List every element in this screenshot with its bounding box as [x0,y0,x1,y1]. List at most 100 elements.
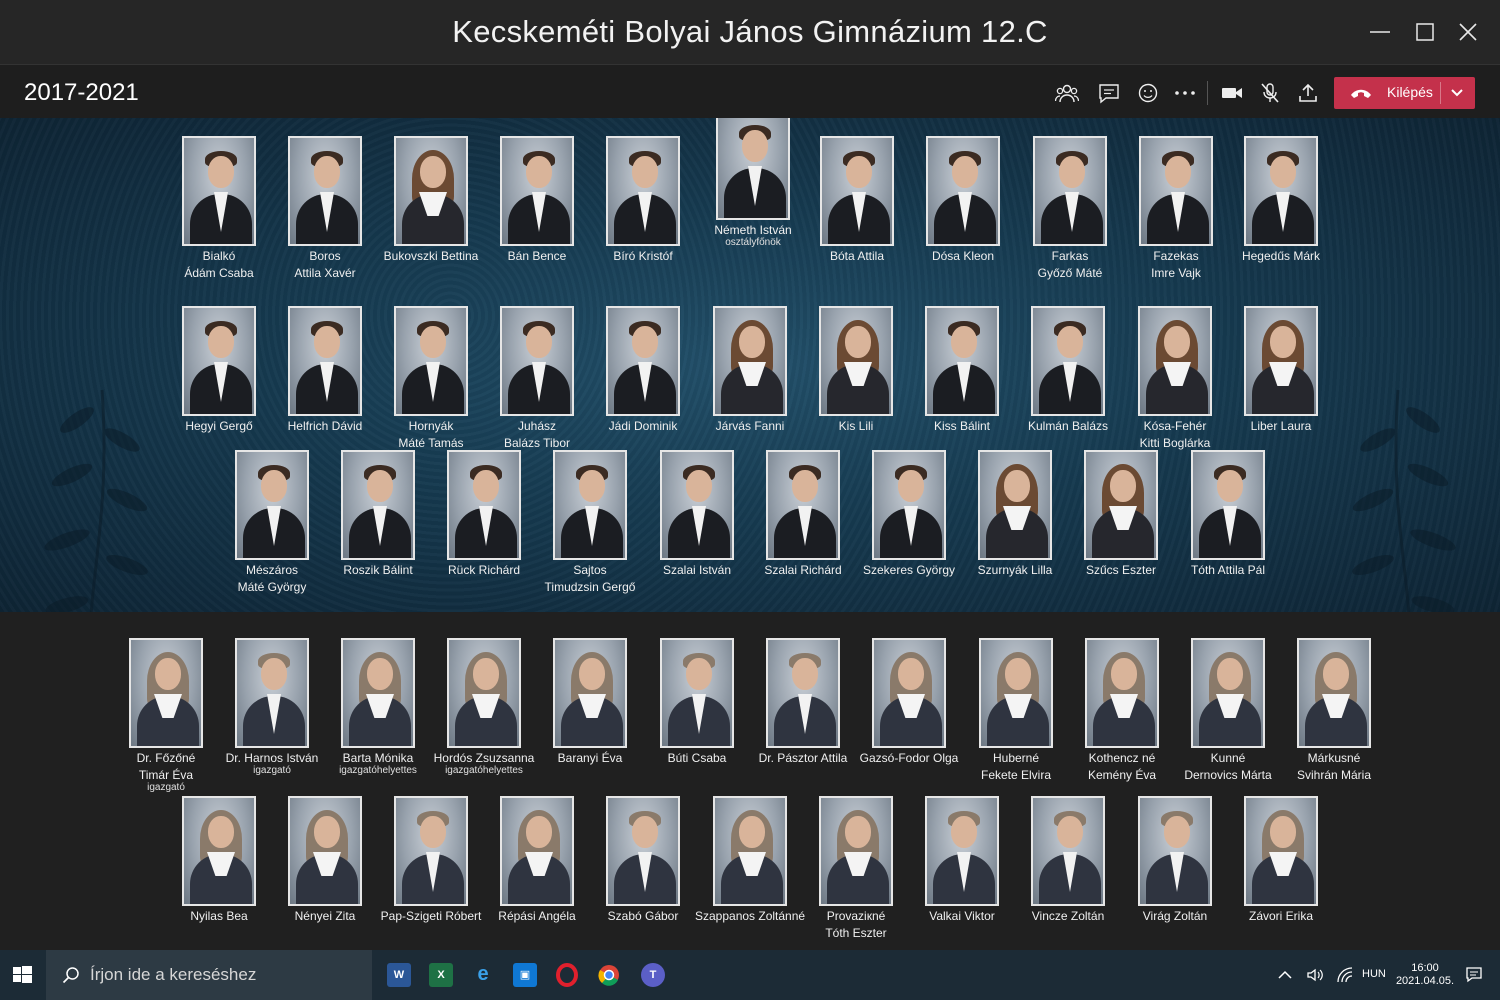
teacher-portrait-card: Dr. Főzőné Timár Éva igazgató [111,638,221,794]
teacher-name: Dr. Harnos István [225,751,319,765]
edge-icon[interactable]: e [471,963,495,987]
student-photo [606,306,680,416]
portrait-head [632,326,658,358]
student-photo [447,450,521,560]
participants-icon[interactable] [1055,82,1079,104]
student-name: Kulmán Balázs [1027,419,1109,433]
student-name: Hornyák [408,419,454,433]
teacher-photo [447,638,521,748]
teacher-photo [500,796,574,906]
portrait-head [1270,156,1296,188]
taskbar-search[interactable]: Írjon ide a kereséshez [46,950,372,1000]
minimize-icon[interactable] [1366,18,1394,46]
student-portrait-card: Németh István osztályfőnök [698,118,808,249]
student-name: Hegedűs Márk [1241,249,1321,263]
teacher-portrait-card: Závori Erika [1226,796,1336,923]
notifications-icon[interactable] [1465,966,1483,984]
student-name: Szűcs Eszter [1085,563,1157,577]
portrait-head [1270,326,1296,358]
chat-icon[interactable] [1097,82,1121,104]
student-portrait-card: Járvás Fanni [695,306,805,433]
student-tableau: Bialkó Ádám Csaba Boros Attila Xavér Bukovsz… [0,118,1500,612]
share-tray-icon[interactable] [1296,82,1320,104]
hang-up-icon [1351,89,1371,98]
clock[interactable]: 16:00 2021.04.05. [1390,962,1460,988]
student-photo [288,136,362,246]
teacher-photo [553,638,627,748]
student-name: Dósa Kleon [931,249,995,263]
teacher-photo [1085,638,1159,748]
portrait-head [742,130,768,162]
chrome-icon[interactable] [597,963,621,987]
wifi-icon[interactable] [1336,966,1354,984]
portrait-head [526,326,552,358]
excel-icon[interactable]: X [429,963,453,987]
teacher-photo [1297,638,1371,748]
leave-button[interactable]: Kilépés [1334,77,1475,109]
portrait-head [792,658,818,690]
opera-icon[interactable] [555,963,579,987]
portrait-head [420,156,446,188]
student-photo [553,450,627,560]
windows-start-icon[interactable] [0,950,46,1000]
student-portrait-card: Szalai Richárd [748,450,858,577]
portrait-head [526,156,552,188]
camera-icon[interactable] [1220,82,1244,104]
student-name-line2: Balázs Tibor [503,436,571,450]
portrait-head [1057,326,1083,358]
portrait-head [261,658,287,690]
teams-icon[interactable]: T [641,963,665,987]
teacher-portrait-card: Kothencz né Kemény Éva [1067,638,1177,782]
portrait-head [951,816,977,848]
teacher-photo [819,796,893,906]
store-icon[interactable]: ▣ [513,963,537,987]
teacher-portrait-card: Hordós Zsuzsanna igazgatóhelyettes [429,638,539,777]
meeting-date-range: 2017-2021 [24,79,139,106]
teacher-photo [925,796,999,906]
teacher-photo [1244,796,1318,906]
teacher-name: Provaziкné [826,909,886,923]
reactions-icon[interactable] [1136,82,1160,104]
volume-icon[interactable] [1306,966,1324,984]
teacher-name-line2: Timár Éva [138,768,194,782]
more-actions-icon[interactable] [1173,82,1197,104]
chevron-down-icon[interactable] [1450,86,1464,100]
student-portrait-card: Helfrich Dávid [270,306,380,433]
student-photo [394,136,468,246]
student-name: Kis Lili [838,419,874,433]
search-placeholder: Írjon ide a kereséshez [90,965,257,984]
input-language[interactable]: HUN [1362,968,1386,980]
leave-label: Kilépés [1387,84,1433,100]
taskbar: Írjon ide a kereséshez W X e ▣ T HUN 16:… [0,950,1500,1000]
portrait-head [1165,156,1191,188]
teacher-name-line2: Fekete Elvira [980,768,1052,782]
student-portrait-card: Sajtos Timudzsin Gergő [535,450,645,594]
student-portrait-card: Jádi Dominik [588,306,698,433]
teacher-name: Hordós Zsuzsanna [433,751,535,765]
portrait-head [473,470,499,502]
student-name-line2: Ádám Csaba [184,266,254,280]
teacher-portrait-card: Pap-Szigeti Róbert [376,796,486,923]
close-icon[interactable] [1454,18,1482,46]
clock-time: 16:00 [1411,962,1439,974]
student-name: Kiss Bálint [933,419,991,433]
portrait-head [845,326,871,358]
student-name: Járvás Fanni [715,419,785,433]
student-name: Helfrich Dávid [287,419,363,433]
portrait-head [1164,816,1190,848]
student-photo [1244,136,1318,246]
teacher-photo [1138,796,1212,906]
portrait-head [1059,156,1085,188]
microphone-muted-icon[interactable] [1258,82,1282,104]
word-icon[interactable]: W [387,963,411,987]
portrait-head [1217,658,1243,690]
student-name: Kósa-Fehér [1143,419,1207,433]
teacher-photo [288,796,362,906]
maximize-icon[interactable] [1411,18,1439,46]
student-name-line2: Timudzsin Gergő [544,580,636,594]
teacher-role: igazgatóhelyettes [339,765,417,776]
student-name: Fazekas [1153,249,1199,263]
portrait-head [261,470,287,502]
teacher-tableau: Dr. Főzőné Timár Éva igazgató Dr. Harnos Is… [0,612,1500,950]
chevron-up-icon[interactable] [1276,966,1294,984]
